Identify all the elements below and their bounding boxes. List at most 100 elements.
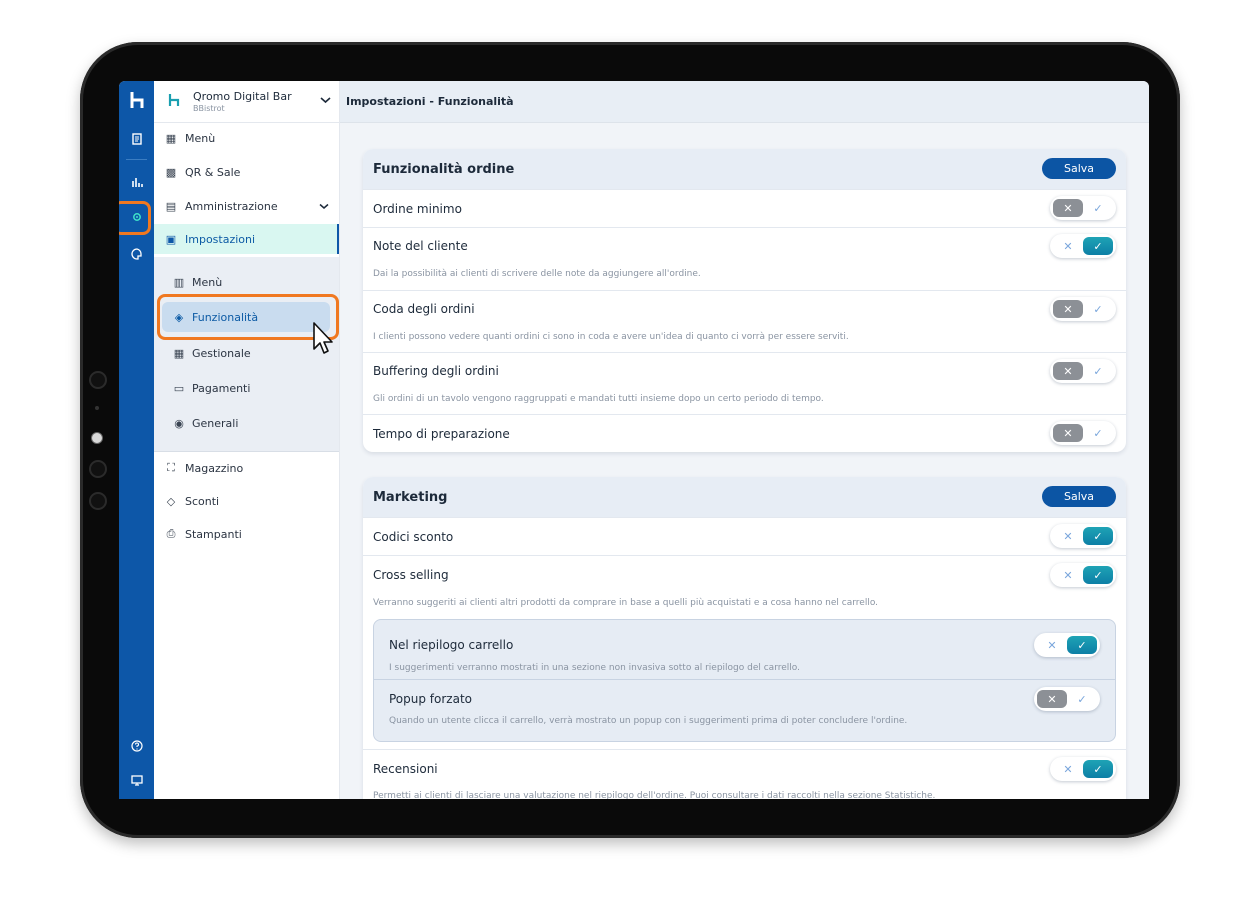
submenu-item-pagamenti[interactable]: ▭ Pagamenti xyxy=(154,373,339,403)
setting-description: I clienti possono vedere quanti ordini c… xyxy=(373,332,849,342)
setting-row-tempo-preparazione: Tempo di preparazione ✕ ✓ xyxy=(363,414,1126,452)
card-header: Funzionalità ordine Salva xyxy=(363,149,1126,189)
toggle-tempo-preparazione[interactable]: ✕ ✓ xyxy=(1050,421,1116,445)
toggle-on-icon[interactable]: ✓ xyxy=(1083,300,1113,318)
toggle-coda-ordini[interactable]: ✕ ✓ xyxy=(1050,297,1116,321)
submenu-item-label: Menù xyxy=(192,275,223,289)
device-button xyxy=(89,460,107,478)
admin-icon: ▤ xyxy=(165,199,177,213)
sidebar-item-label: Amministrazione xyxy=(185,199,278,213)
menu-icon: ▥ xyxy=(173,275,185,289)
sidebar-item-label: Impostazioni xyxy=(185,232,256,246)
mouse-cursor-icon xyxy=(313,322,333,354)
toggle-codici-sconto[interactable]: ✕ ✓ xyxy=(1050,524,1116,548)
setting-title: Coda degli ordini xyxy=(373,302,475,316)
card-header: Marketing Salva xyxy=(363,477,1126,517)
page-title: Impostazioni - Funzionalità xyxy=(346,95,514,108)
device-camera xyxy=(91,432,103,444)
warehouse-icon: ⛶ xyxy=(167,461,175,474)
toggle-on-icon[interactable]: ✓ xyxy=(1083,424,1113,442)
setting-description: Gli ordini di un tavolo vengono raggrupp… xyxy=(373,394,824,404)
save-button[interactable]: Salva xyxy=(1042,158,1116,179)
toggle-cross-selling[interactable]: ✕ ✓ xyxy=(1050,563,1116,587)
device-button xyxy=(89,492,107,510)
toggle-off-icon[interactable]: ✕ xyxy=(1053,199,1083,217)
setting-title: Popup forzato xyxy=(389,692,473,706)
rail-divider xyxy=(126,159,147,160)
discount-icon: ◇ xyxy=(166,494,176,508)
submenu-item-label: Gestionale xyxy=(192,346,251,360)
toggle-off-icon[interactable]: ✕ xyxy=(1037,636,1067,654)
venue-selector[interactable]: Qromo Digital Bar BBistrot xyxy=(154,81,339,123)
toggle-on-icon[interactable]: ✓ xyxy=(1083,362,1113,380)
toggle-off-icon[interactable]: ✕ xyxy=(1053,566,1083,584)
toggle-popup-forzato[interactable]: ✕ ✓ xyxy=(1034,687,1100,711)
setting-description: Verranno suggeriti ai clienti altri prod… xyxy=(373,598,879,608)
sidebar-item-amministrazione[interactable]: ▤ Amministrazione xyxy=(154,191,339,221)
app-logo[interactable] xyxy=(119,87,154,113)
help-icon[interactable] xyxy=(119,733,154,759)
setting-title: Note del cliente xyxy=(373,239,468,253)
save-button[interactable]: Salva xyxy=(1042,486,1116,507)
toggle-off-icon[interactable]: ✕ xyxy=(1053,527,1083,545)
submenu-item-label: Pagamenti xyxy=(192,381,251,395)
submenu-item-generali[interactable]: ◉ Generali xyxy=(154,408,339,438)
rail-highlight xyxy=(119,201,151,235)
setting-description: Dai la possibilità ai clienti di scriver… xyxy=(373,269,701,279)
setting-row-codici-sconto: Codici sconto ✕ ✓ xyxy=(363,517,1126,555)
device-button xyxy=(89,371,107,389)
sidebar-item-magazzino[interactable]: ⛶ Magazzino xyxy=(154,453,339,483)
chart-icon[interactable] xyxy=(119,169,154,195)
setting-title: Tempo di preparazione xyxy=(373,427,510,441)
setting-row-coda-ordini: Coda degli ordini I clienti possono vede… xyxy=(363,290,1126,352)
setting-title: Codici sconto xyxy=(373,530,454,544)
toggle-ordine-minimo[interactable]: ✕ ✓ xyxy=(1050,196,1116,220)
sidebar-item-qr-sale[interactable]: ▩ QR & Sale xyxy=(154,157,339,187)
payments-icon: ▭ xyxy=(173,381,185,395)
sidebar-item-menu[interactable]: ▦ Menù xyxy=(154,123,339,153)
monitor-icon[interactable] xyxy=(119,767,154,793)
toggle-off-icon[interactable]: ✕ xyxy=(1037,690,1067,708)
toggle-buffering-ordini[interactable]: ✕ ✓ xyxy=(1050,359,1116,383)
receipt-icon[interactable] xyxy=(119,126,154,152)
sidebar-item-sconti[interactable]: ◇ Sconti xyxy=(154,486,339,516)
venue-name: Qromo Digital Bar xyxy=(193,90,292,103)
sidebar-item-impostazioni[interactable]: ▣ Impostazioni xyxy=(154,224,339,254)
venue-subtitle: BBistrot xyxy=(193,104,225,113)
toggle-on-icon[interactable]: ✓ xyxy=(1083,527,1113,545)
toggle-on-icon[interactable]: ✓ xyxy=(1083,566,1113,584)
sidebar: Qromo Digital Bar BBistrot ▦ Menù ▩ QR &… xyxy=(154,81,340,799)
toggle-recensioni[interactable]: ✕ ✓ xyxy=(1050,757,1116,781)
toggle-on-icon[interactable]: ✓ xyxy=(1067,636,1097,654)
setting-title: Ordine minimo xyxy=(373,202,462,216)
toggle-on-icon[interactable]: ✓ xyxy=(1083,199,1113,217)
order-features-card: Funzionalità ordine Salva Ordine minimo … xyxy=(363,149,1126,452)
setting-description: Quando un utente clicca il carrello, ver… xyxy=(389,716,908,726)
toggle-off-icon[interactable]: ✕ xyxy=(1053,362,1083,380)
sidebar-item-stampanti[interactable]: ⎙ Stampanti xyxy=(154,519,339,549)
settings-icon: ▣ xyxy=(165,232,177,246)
toggle-off-icon[interactable]: ✕ xyxy=(1053,237,1083,255)
submenu-item-menu[interactable]: ▥ Menù xyxy=(154,267,339,297)
setting-title: Buffering degli ordini xyxy=(373,364,499,378)
submenu-item-label: Generali xyxy=(192,416,239,430)
chevron-down-icon xyxy=(319,200,329,213)
chevron-down-icon[interactable] xyxy=(320,94,331,107)
toggle-on-icon[interactable]: ✓ xyxy=(1083,237,1113,255)
general-icon: ◉ xyxy=(174,416,184,430)
toggle-on-icon[interactable]: ✓ xyxy=(1083,760,1113,778)
sidebar-item-label: QR & Sale xyxy=(185,165,241,179)
setting-row-cross-selling: Cross selling Verranno suggeriti ai clie… xyxy=(363,555,1126,749)
card-title: Funzionalità ordine xyxy=(373,161,515,177)
toggle-note-cliente[interactable]: ✕ ✓ xyxy=(1050,234,1116,258)
toggle-off-icon[interactable]: ✕ xyxy=(1053,424,1083,442)
toggle-off-icon[interactable]: ✕ xyxy=(1053,300,1083,318)
toggle-on-icon[interactable]: ✓ xyxy=(1067,690,1097,708)
toggle-riepilogo-carrello[interactable]: ✕ ✓ xyxy=(1034,633,1100,657)
setting-row-buffering-ordini: Buffering degli ordini Gli ordini di un … xyxy=(363,352,1126,414)
palette-icon[interactable] xyxy=(119,241,154,267)
qr-icon: ▩ xyxy=(165,165,177,179)
setting-row-riepilogo-carrello: Nel riepilogo carrello I suggerimenti ve… xyxy=(374,620,1115,679)
toggle-off-icon[interactable]: ✕ xyxy=(1053,760,1083,778)
setting-title: Cross selling xyxy=(373,568,449,582)
